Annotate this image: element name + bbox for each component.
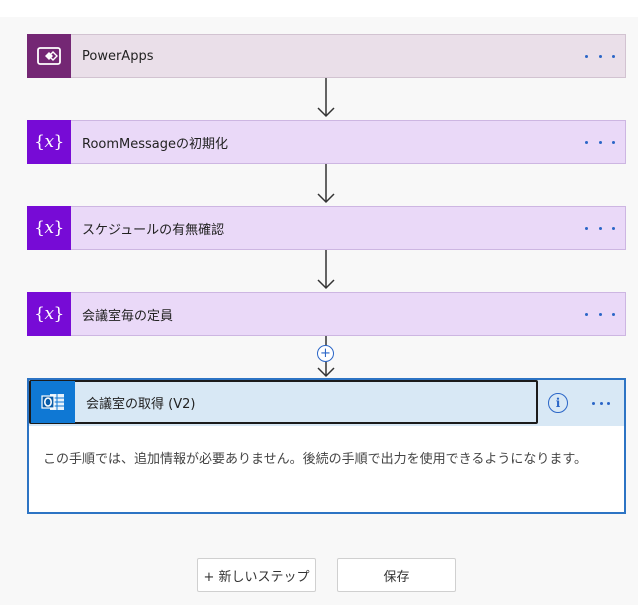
save-button[interactable]: 保存 xyxy=(337,558,456,592)
card-description: この手順では、追加情報が必要ありません。後続の手順で出力を使用できるようになりま… xyxy=(43,452,588,467)
step-label: スケジュールの有無確認 xyxy=(82,222,225,238)
powerapps-icon xyxy=(27,34,71,78)
card-title-bar[interactable]: 会議室の取得 (V2) xyxy=(29,380,538,424)
top-bar xyxy=(0,0,638,17)
more-options-icon[interactable] xyxy=(585,304,615,324)
step-label: 会議室毎の定員 xyxy=(82,308,174,324)
card-header: 会議室の取得 (V2) i xyxy=(29,380,624,426)
step-get-rooms-card[interactable]: 会議室の取得 (V2) i この手順では、追加情報が必要ありません。後続の手順で… xyxy=(27,378,626,514)
variable-icon: {𝑥} xyxy=(27,120,71,164)
step-powerapps[interactable]: PowerApps xyxy=(27,34,626,78)
step-label: RoomMessageの初期化 xyxy=(82,136,228,152)
more-options-icon[interactable] xyxy=(592,393,610,413)
card-title: 会議室の取得 (V2) xyxy=(86,396,196,412)
plus-icon: + xyxy=(320,345,331,361)
more-options-icon[interactable] xyxy=(585,46,615,66)
info-icon[interactable]: i xyxy=(548,393,568,413)
new-step-button[interactable]: + 新しいステップ xyxy=(197,558,316,592)
insert-step-button[interactable]: + xyxy=(317,345,334,362)
connector-arrow xyxy=(315,164,337,206)
outlook-icon xyxy=(31,381,75,423)
step-initialize-roommessage[interactable]: {𝑥} RoomMessageの初期化 xyxy=(27,120,626,164)
step-label: PowerApps xyxy=(82,48,154,64)
connector-arrow xyxy=(315,250,337,292)
more-options-icon[interactable] xyxy=(585,218,615,238)
connector-arrow xyxy=(315,78,337,120)
step-schedule-check[interactable]: {𝑥} スケジュールの有無確認 xyxy=(27,206,626,250)
more-options-icon[interactable] xyxy=(585,132,615,152)
variable-icon: {𝑥} xyxy=(27,206,71,250)
variable-icon: {𝑥} xyxy=(27,292,71,336)
step-room-capacity[interactable]: {𝑥} 会議室毎の定員 xyxy=(27,292,626,336)
